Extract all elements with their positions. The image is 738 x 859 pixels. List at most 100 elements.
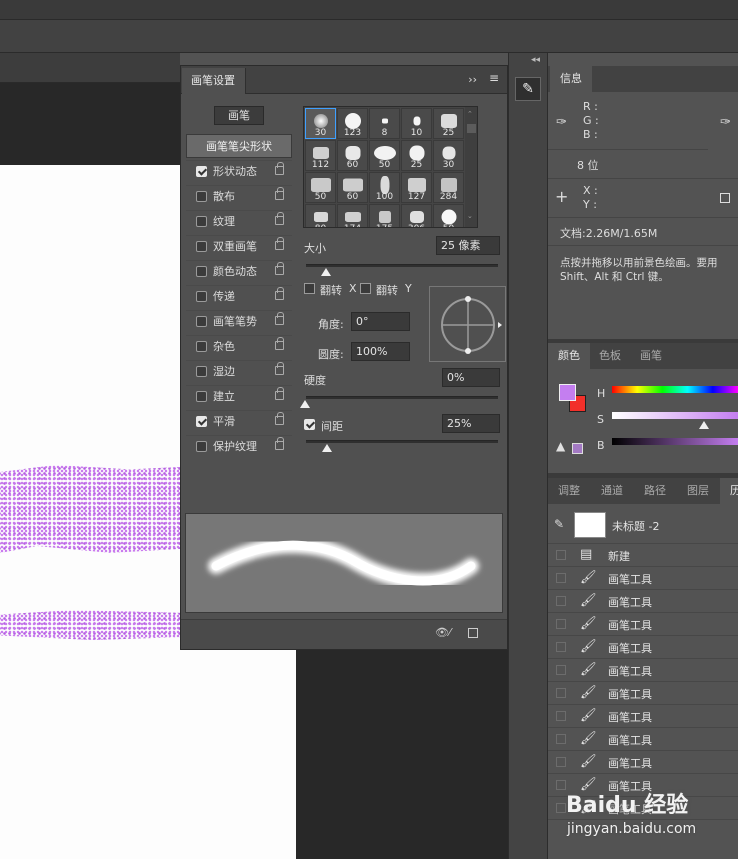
- history-state[interactable]: 🖌 画笔工具: [548, 751, 738, 774]
- lock-icon[interactable]: [275, 237, 284, 250]
- history-brush-checkbox[interactable]: [556, 757, 566, 767]
- history-state[interactable]: 🖌 画笔工具: [548, 567, 738, 590]
- flip-x-checkbox[interactable]: [304, 283, 315, 294]
- history-snapshot[interactable]: ✎ 未标题 -2: [548, 508, 738, 544]
- brush-tip[interactable]: 174: [337, 204, 368, 227]
- brush-option-row[interactable]: 纹理: [186, 210, 292, 234]
- saturation-slider[interactable]: [612, 412, 738, 419]
- history-brush-checkbox[interactable]: [556, 596, 566, 606]
- brush-tip[interactable]: 50: [305, 172, 336, 203]
- brush-tip[interactable]: 50: [369, 140, 400, 171]
- tip-shape-header[interactable]: 画笔笔尖形状: [186, 134, 292, 158]
- brush-option-row[interactable]: 杂色: [186, 335, 292, 359]
- spacing-checkbox[interactable]: [304, 419, 315, 430]
- option-checkbox[interactable]: [196, 341, 207, 352]
- history-brush-checkbox[interactable]: [556, 688, 566, 698]
- history-state[interactable]: ▤ 新建: [548, 544, 738, 567]
- brush-tip[interactable]: 175: [369, 204, 400, 227]
- toggle-preview-icon[interactable]: 👁⁄: [435, 626, 451, 639]
- brightness-slider[interactable]: [612, 438, 738, 445]
- collapse-panel-icon[interactable]: ››: [468, 73, 477, 86]
- history-brush-checkbox[interactable]: [556, 619, 566, 629]
- tab-paths[interactable]: 路径: [634, 478, 676, 504]
- lock-icon[interactable]: [275, 412, 284, 425]
- lock-icon[interactable]: [275, 387, 284, 400]
- saturation-thumb[interactable]: [699, 421, 709, 429]
- size-slider-track[interactable]: [306, 264, 498, 267]
- brush-tip[interactable]: 25: [401, 140, 432, 171]
- lock-icon[interactable]: [275, 362, 284, 375]
- history-brush-checkbox[interactable]: [556, 550, 566, 560]
- history-brush-checkbox[interactable]: [556, 642, 566, 652]
- size-field[interactable]: 25 像素: [436, 236, 500, 255]
- brush-button[interactable]: 画笔: [214, 106, 264, 125]
- hardness-slider-track[interactable]: [306, 396, 498, 399]
- history-brush-checkbox[interactable]: [556, 780, 566, 790]
- option-checkbox[interactable]: [196, 266, 207, 277]
- hardness-slider-thumb[interactable]: [300, 400, 310, 408]
- brush-tip[interactable]: 8: [369, 108, 400, 139]
- brush-tip[interactable]: 306: [401, 204, 432, 227]
- option-checkbox[interactable]: [196, 291, 207, 302]
- brush-tip[interactable]: 30: [305, 108, 336, 139]
- tab-history[interactable]: 历: [720, 478, 738, 504]
- panel-menu-icon[interactable]: ≡: [489, 71, 499, 85]
- brush-option-row[interactable]: 形状动态: [186, 160, 292, 184]
- flip-y-checkbox[interactable]: [360, 283, 371, 294]
- history-state[interactable]: 🖌 画笔工具: [548, 590, 738, 613]
- spacing-field[interactable]: 25%: [442, 414, 500, 433]
- size-slider-thumb[interactable]: [321, 268, 331, 276]
- tab-brush-settings[interactable]: 画笔设置: [182, 68, 246, 94]
- option-checkbox[interactable]: [196, 216, 207, 227]
- new-brush-icon[interactable]: [468, 628, 478, 638]
- history-brush-source-icon[interactable]: ✎: [554, 517, 564, 531]
- spacing-slider-track[interactable]: [306, 440, 498, 443]
- tab-color[interactable]: 颜色: [548, 343, 590, 369]
- brush-tip[interactable]: 127: [401, 172, 432, 203]
- brush-tip[interactable]: 50: [433, 204, 464, 227]
- brush-option-row[interactable]: 平滑: [186, 410, 292, 434]
- option-checkbox[interactable]: [196, 191, 207, 202]
- history-state[interactable]: 🖌 画笔工具: [548, 705, 738, 728]
- scroll-thumb[interactable]: [467, 124, 476, 133]
- brush-tip[interactable]: 80: [305, 204, 336, 227]
- tab-layers[interactable]: 图层: [677, 478, 719, 504]
- brush-option-row[interactable]: 建立: [186, 385, 292, 409]
- history-brush-checkbox[interactable]: [556, 803, 566, 813]
- tab-adjustments[interactable]: 调整: [548, 478, 590, 504]
- history-state[interactable]: 🖌 画笔工具: [548, 613, 738, 636]
- brush-tip[interactable]: 60: [337, 172, 368, 203]
- brush-option-row[interactable]: 画笔笔势: [186, 310, 292, 334]
- hue-slider[interactable]: [612, 386, 738, 393]
- tab-channels[interactable]: 通道: [591, 478, 633, 504]
- gamut-swatch[interactable]: [572, 443, 583, 454]
- brush-option-row[interactable]: 散布: [186, 185, 292, 209]
- lock-icon[interactable]: [275, 337, 284, 350]
- brush-option-row[interactable]: 颜色动态: [186, 260, 292, 284]
- brush-option-row[interactable]: 湿边: [186, 360, 292, 384]
- history-brush-checkbox[interactable]: [556, 665, 566, 675]
- option-checkbox[interactable]: [196, 241, 207, 252]
- tab-swatches[interactable]: 色板: [589, 343, 631, 369]
- angle-roundness-widget[interactable]: [429, 286, 506, 362]
- brush-tip[interactable]: 100: [369, 172, 400, 203]
- brush-option-row[interactable]: 保护纹理: [186, 435, 292, 459]
- history-brush-checkbox[interactable]: [556, 734, 566, 744]
- tab-info[interactable]: 信息: [550, 66, 592, 92]
- lock-icon[interactable]: [275, 212, 284, 225]
- foreground-color-swatch[interactable]: [559, 384, 576, 401]
- brush-tip[interactable]: 30: [433, 140, 464, 171]
- option-checkbox[interactable]: [196, 416, 207, 427]
- lock-icon[interactable]: [275, 187, 284, 200]
- lock-icon[interactable]: [275, 162, 284, 175]
- brush-tip[interactable]: 60: [337, 140, 368, 171]
- history-state[interactable]: 🖌 画笔工具: [548, 682, 738, 705]
- expand-arrows-icon[interactable]: ◂◂: [531, 55, 540, 65]
- history-brush-checkbox[interactable]: [556, 573, 566, 583]
- brush-tip[interactable]: 284: [433, 172, 464, 203]
- lock-icon[interactable]: [275, 287, 284, 300]
- option-checkbox[interactable]: [196, 391, 207, 402]
- option-checkbox[interactable]: [196, 316, 207, 327]
- brush-tip[interactable]: 123: [337, 108, 368, 139]
- option-checkbox[interactable]: [196, 166, 207, 177]
